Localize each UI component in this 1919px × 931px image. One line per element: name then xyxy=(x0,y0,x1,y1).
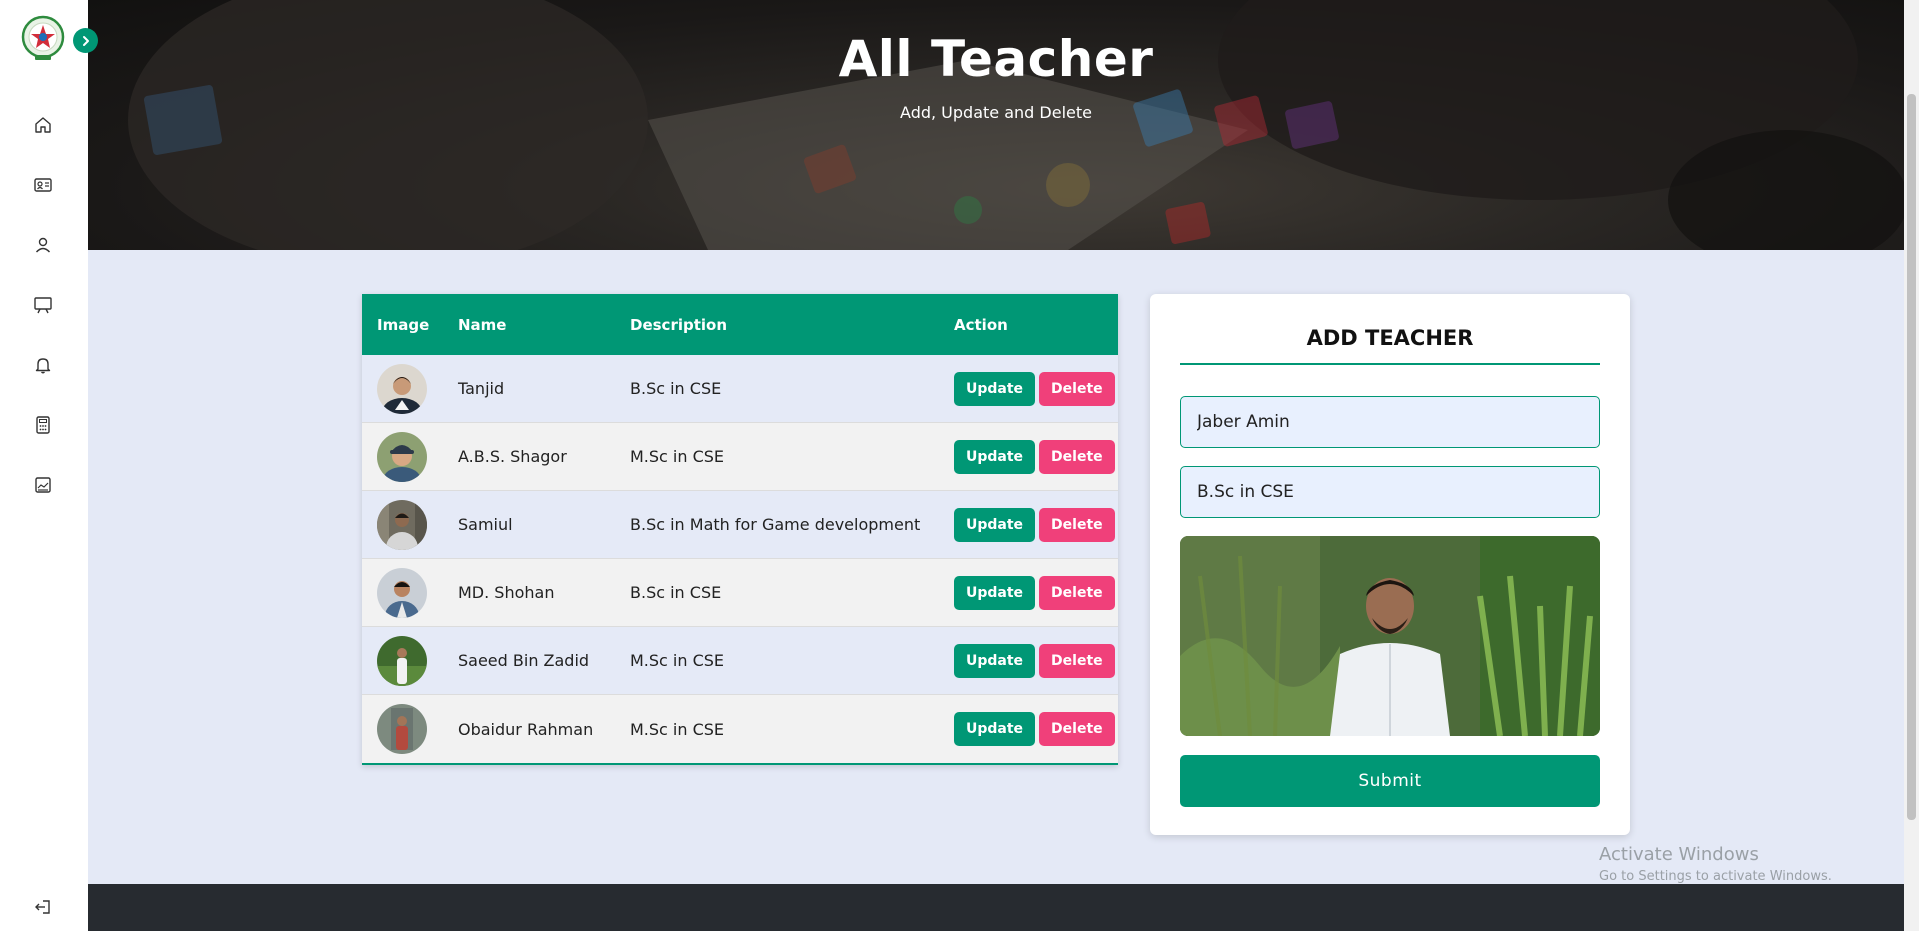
page-subtitle: Add, Update and Delete xyxy=(900,103,1092,122)
activate-windows-hint: Go to Settings to activate Windows. xyxy=(1599,869,1832,884)
logout-icon[interactable] xyxy=(32,896,54,918)
page-scrollbar[interactable] xyxy=(1904,0,1919,931)
table-row: Obaidur Rahman M.Sc in CSE Update Delete xyxy=(362,695,1118,763)
form-divider xyxy=(1180,363,1600,365)
teacher-name: MD. Shohan xyxy=(458,583,555,602)
user-icon[interactable] xyxy=(32,234,54,256)
teacher-description-input[interactable] xyxy=(1180,466,1600,518)
update-button[interactable]: Update xyxy=(954,439,1036,474)
teacher-avatar xyxy=(377,363,427,414)
teacher-description: B.Sc in Math for Game development xyxy=(630,515,921,534)
teacher-avatar xyxy=(377,431,427,482)
teacher-photo-preview[interactable] xyxy=(1180,536,1600,736)
delete-button[interactable]: Delete xyxy=(1039,439,1115,474)
teacher-description: B.Sc in CSE xyxy=(630,379,722,398)
add-teacher-form: ADD TEACHER Submit xyxy=(1150,294,1630,835)
presentation-board-icon[interactable] xyxy=(32,294,54,316)
footer xyxy=(88,884,1904,931)
delete-button[interactable]: Delete xyxy=(1039,643,1115,678)
update-button[interactable]: Update xyxy=(954,712,1036,746)
table-row: A.B.S. Shagor M.Sc in CSE Update Delete xyxy=(362,423,1118,491)
teacher-avatar xyxy=(377,567,427,618)
teacher-name-input[interactable] xyxy=(1180,396,1600,448)
table-body: Tanjid B.Sc in CSE Update Delete A.B.S. … xyxy=(362,355,1118,763)
teacher-name: A.B.S. Shagor xyxy=(458,447,567,466)
activate-windows-watermark: Activate Windows xyxy=(1599,844,1759,865)
submit-button[interactable]: Submit xyxy=(1180,755,1600,807)
delete-button[interactable]: Delete xyxy=(1039,371,1115,406)
teacher-name: Saeed Bin Zadid xyxy=(458,651,590,670)
teacher-description: B.Sc in CSE xyxy=(630,583,722,602)
teacher-name: Samiul xyxy=(458,515,513,534)
header-description: Description xyxy=(630,315,728,334)
header-name: Name xyxy=(458,315,507,334)
table-row: Tanjid B.Sc in CSE Update Delete xyxy=(362,355,1118,423)
delete-button[interactable]: Delete xyxy=(1039,712,1115,746)
table-row: Samiul B.Sc in Math for Game development… xyxy=(362,491,1118,559)
form-title: ADD TEACHER xyxy=(1306,326,1474,350)
id-card-icon[interactable] xyxy=(32,174,54,196)
delete-button[interactable]: Delete xyxy=(1039,507,1115,542)
teacher-avatar xyxy=(377,499,427,550)
teacher-avatar xyxy=(377,635,427,686)
home-icon[interactable] xyxy=(32,114,54,136)
update-button[interactable]: Update xyxy=(954,371,1036,406)
delete-button[interactable]: Delete xyxy=(1039,575,1115,610)
teacher-name: Obaidur Rahman xyxy=(458,719,594,739)
teachers-table: Image Name Description Action Tanjid B.S… xyxy=(362,294,1118,765)
teacher-avatar xyxy=(377,704,427,754)
update-button[interactable]: Update xyxy=(954,507,1036,542)
sidebar xyxy=(0,0,98,931)
teacher-description: M.Sc in CSE xyxy=(630,719,725,739)
chevron-right-icon xyxy=(82,35,89,46)
teacher-description: M.Sc in CSE xyxy=(630,651,725,670)
header-image: Image xyxy=(377,315,430,334)
bell-icon[interactable] xyxy=(32,354,54,376)
calculator-icon[interactable] xyxy=(32,414,54,436)
table-header: Image Name Description Action xyxy=(362,294,1118,355)
teacher-name: Tanjid xyxy=(458,379,505,398)
image-icon[interactable] xyxy=(32,474,54,496)
teacher-description: M.Sc in CSE xyxy=(630,447,725,466)
scrollbar-thumb[interactable] xyxy=(1907,94,1916,820)
update-button[interactable]: Update xyxy=(954,575,1036,610)
table-row: Saeed Bin Zadid M.Sc in CSE Update Delet… xyxy=(362,627,1118,695)
page-title: All Teacher xyxy=(838,30,1154,88)
sidebar-toggle-button[interactable] xyxy=(73,28,98,53)
update-button[interactable]: Update xyxy=(954,643,1036,678)
hero-banner: All Teacher Add, Update and Delete xyxy=(88,0,1904,250)
school-logo xyxy=(21,15,65,63)
table-row: MD. Shohan B.Sc in CSE Update Delete xyxy=(362,559,1118,627)
header-action: Action xyxy=(954,315,1008,334)
